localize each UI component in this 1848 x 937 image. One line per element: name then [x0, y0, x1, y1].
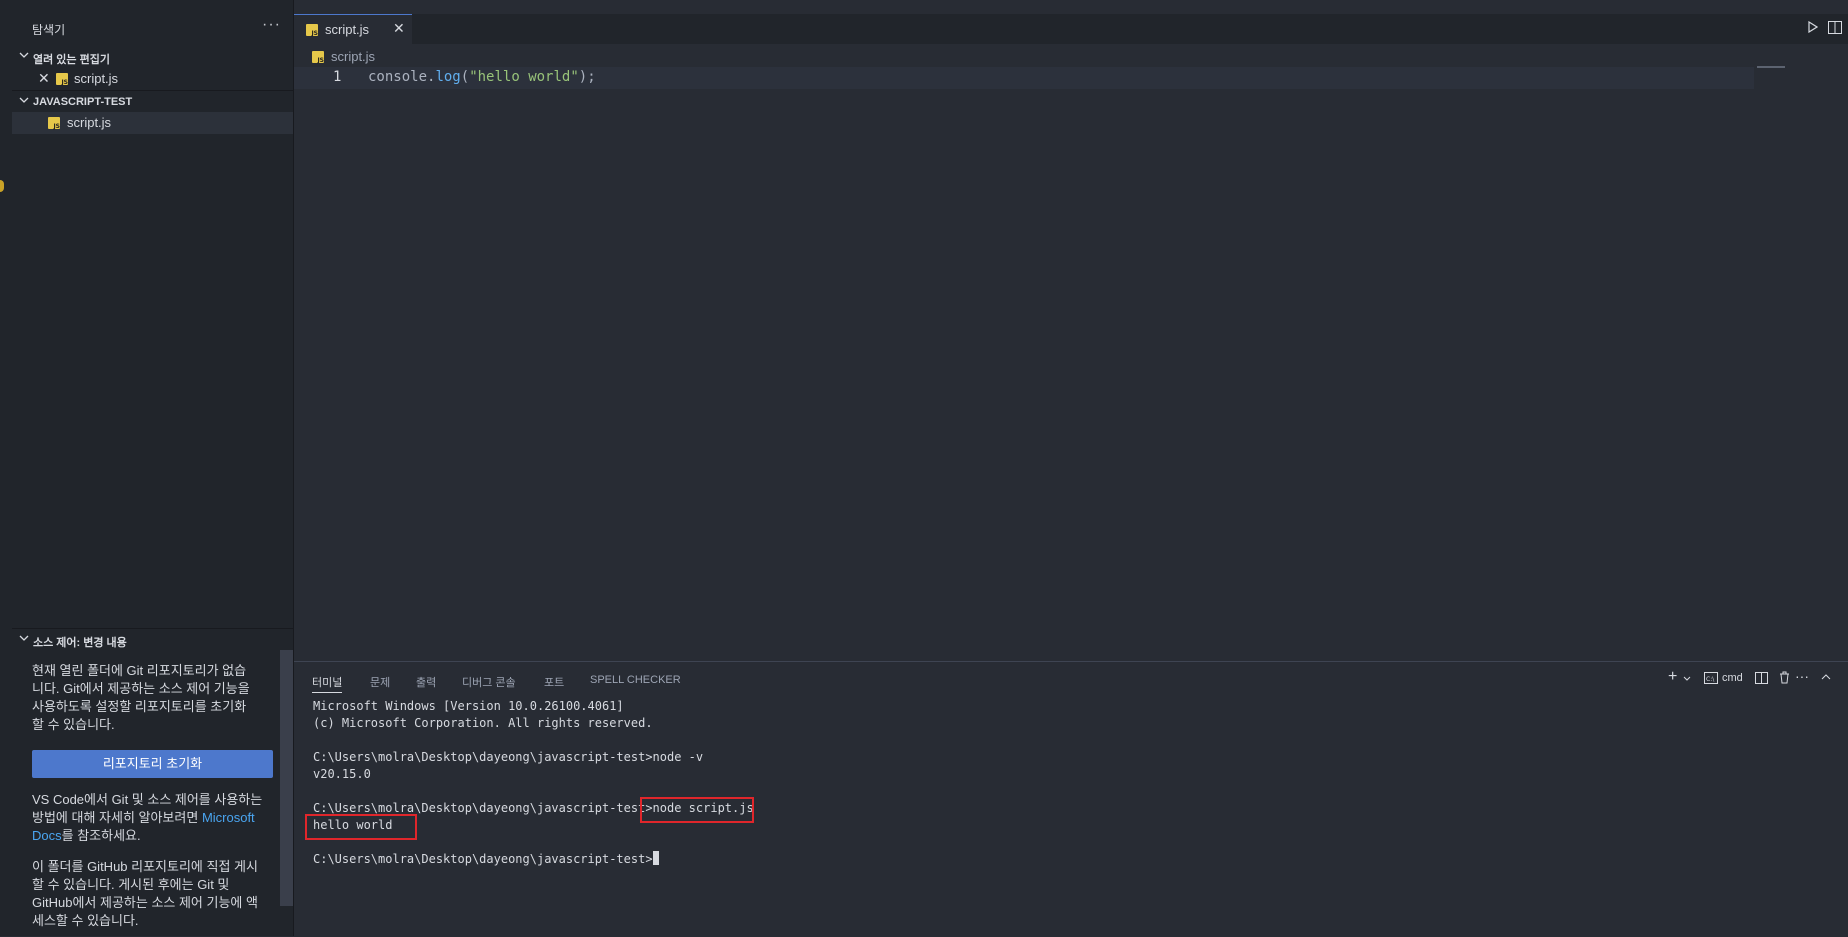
code-line[interactable]: 1 console.log("hello world"); [294, 67, 1754, 89]
code-token: log [435, 69, 461, 85]
activity-bar [0, 0, 12, 936]
source-control-label: 소스 제어: 변경 내용 [33, 637, 127, 649]
split-terminal-icon[interactable] [1755, 672, 1768, 684]
scm-text-line: 할 수 있습니다. 게시된 후에는 Git 및 [32, 877, 230, 892]
code-token: console [368, 69, 428, 85]
explorer-sidebar: 탐색기 ··· 열려 있는 편집기 ✕ script.js JAVASCRIPT… [12, 0, 294, 936]
scm-text-line: GitHub에서 제공하는 소스 제어 기능에 액 [32, 895, 258, 910]
terminal-line: C:\Users\molra\Desktop\dayeong\javascrip… [313, 750, 704, 764]
open-editor-item[interactable]: ✕ script.js [12, 68, 293, 90]
more-actions-icon[interactable]: ··· [1795, 668, 1809, 684]
explorer-title: 탐색기 [32, 23, 66, 37]
tab-script-js[interactable]: script.js ✕ [294, 14, 412, 45]
terminal-icon: C:\ [1704, 672, 1718, 684]
editor-tab-bar: script.js ✕ [294, 14, 1848, 45]
close-icon[interactable]: ✕ [38, 70, 50, 87]
trash-icon[interactable] [1779, 671, 1790, 684]
highlight-box-command [640, 797, 754, 823]
chevron-down-icon [19, 635, 29, 641]
terminal-prompt-line[interactable]: C:\Users\molra\Desktop\dayeong\javascrip… [313, 851, 1113, 868]
tab-output[interactable]: 출력 [416, 674, 436, 692]
tab-label: script.js [325, 22, 370, 37]
open-editors-section-header[interactable]: 열려 있는 편집기 [12, 46, 293, 68]
workspace-label: JAVASCRIPT-TEST [33, 96, 133, 108]
bottom-panel: 터미널 문제 출력 디버그 콘솔 포트 SPELL CHECKER + C:\ … [294, 661, 1848, 937]
javascript-file-icon [56, 73, 68, 86]
tab-spell-checker[interactable]: SPELL CHECKER [590, 674, 681, 692]
close-tab-icon[interactable]: ✕ [393, 20, 405, 37]
tab-debug-console[interactable]: 디버그 콘솔 [462, 674, 516, 692]
open-editors-label: 열려 있는 편집기 [33, 54, 110, 66]
code-token: ); [578, 69, 596, 85]
scm-text-line: 사용하도록 설정할 리포지토리를 초기화 [32, 699, 247, 714]
scm-publish-text: 이 폴더를 GitHub 리포지토리에 직접 게시 할 수 있습니다. 게시된 … [32, 858, 287, 930]
scm-text-line: 현재 열린 폴더에 Git 리포지토리가 없습 [32, 663, 247, 678]
file-name: script.js [74, 71, 119, 86]
svg-text:C:\: C:\ [1706, 676, 1715, 683]
microsoft-docs-link[interactable]: Docs [32, 828, 62, 843]
scm-description: 현재 열린 폴더에 Git 리포지토리가 없습 니다. Git에서 제공하는 소… [32, 662, 287, 734]
scm-text-line: 를 참조하세요. [61, 828, 141, 843]
file-tree-item[interactable]: script.js [12, 112, 293, 134]
terminal-prompt: C:\Users\molra\Desktop\dayeong\javascrip… [313, 852, 653, 866]
line-number: 1 [333, 69, 342, 85]
shell-label[interactable]: cmd [1722, 672, 1743, 684]
tab-problems[interactable]: 문제 [370, 674, 390, 692]
terminal-line: v20.15.0 [313, 767, 371, 781]
file-name: script.js [67, 115, 112, 130]
breadcrumb-file: script.js [331, 49, 376, 64]
sidebar-scrollbar[interactable] [280, 650, 293, 906]
javascript-file-icon [48, 117, 60, 130]
microsoft-docs-link[interactable]: Microsoft [202, 810, 255, 825]
scm-text-line: 할 수 있습니다. [32, 717, 115, 732]
scm-text-line: 방법에 대해 자세히 알아보려면 [32, 810, 202, 825]
chevron-up-icon[interactable] [1821, 673, 1831, 680]
code-token: "hello world" [469, 69, 579, 85]
split-editor-icon[interactable] [1828, 21, 1842, 34]
tab-terminal[interactable]: 터미널 [312, 674, 343, 693]
explorer-header: 탐색기 ··· [12, 14, 293, 42]
terminal-line: Microsoft Windows [Version 10.0.26100.40… [313, 699, 624, 713]
account-badge-icon[interactable] [0, 180, 4, 192]
code-token: ( [460, 69, 470, 85]
more-actions-icon[interactable]: ··· [262, 16, 281, 34]
scm-text-line: 이 폴더를 GitHub 리포지토리에 직접 게시 [32, 859, 258, 874]
highlight-box-output [305, 814, 417, 840]
scm-docs-text: VS Code에서 Git 및 소스 제어를 사용하는 방법에 대해 자세히 알… [32, 791, 287, 845]
run-icon[interactable] [1808, 21, 1818, 33]
chevron-down-icon [19, 97, 29, 103]
tab-ports[interactable]: 포트 [544, 674, 564, 692]
editor-area: script.js ✕ script.js 1 console.log("hel… [294, 0, 1848, 937]
chevron-down-icon [19, 52, 29, 58]
javascript-file-icon [306, 24, 318, 37]
chevron-down-icon[interactable] [1683, 676, 1691, 682]
code-text: console.log("hello world"); [368, 69, 596, 85]
javascript-file-icon [312, 51, 324, 64]
scm-text-line: 니다. Git에서 제공하는 소스 제어 기능을 [32, 681, 250, 696]
scm-text-line: 세스할 수 있습니다. [32, 913, 139, 928]
terminal-cursor [652, 851, 659, 865]
new-terminal-icon[interactable]: + [1668, 668, 1677, 686]
terminal-line: (c) Microsoft Corporation. All rights re… [313, 716, 653, 730]
workspace-section-header[interactable]: JAVASCRIPT-TEST [12, 90, 293, 113]
initialize-repository-button[interactable]: 리포지토리 초기화 [32, 750, 273, 778]
minimap[interactable] [1757, 66, 1785, 68]
source-control-section-header[interactable]: 소스 제어: 변경 내용 [12, 628, 293, 651]
scm-text-line: VS Code에서 Git 및 소스 제어를 사용하는 [32, 792, 263, 807]
